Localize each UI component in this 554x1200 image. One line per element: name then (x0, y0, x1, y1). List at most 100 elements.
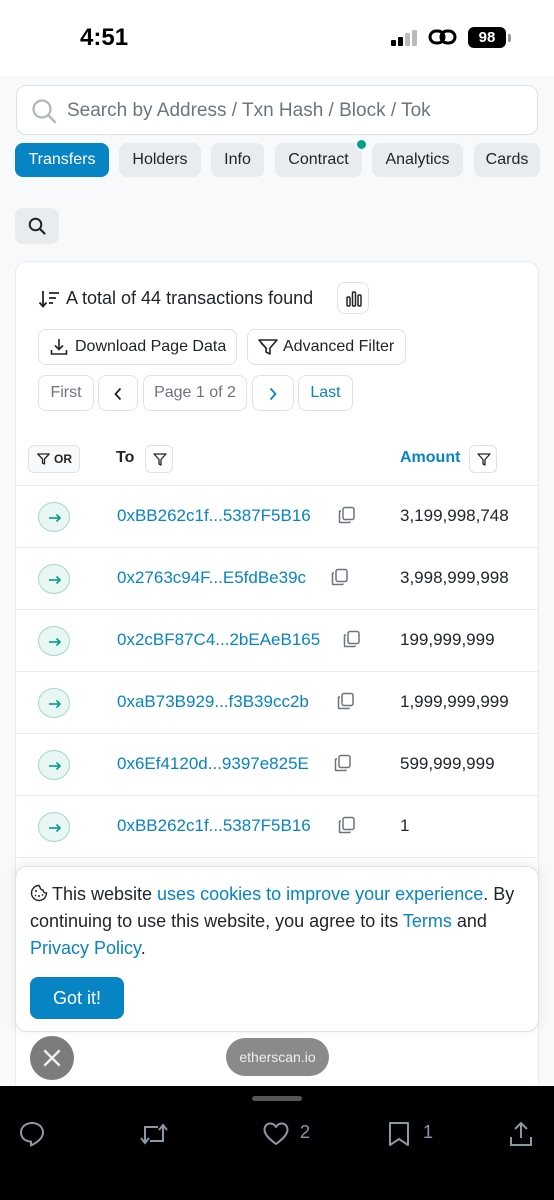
share-button[interactable] (508, 1120, 534, 1148)
status-time: 4:51 (80, 24, 129, 51)
domain-pill[interactable]: etherscan.io (226, 1038, 329, 1076)
copy-icon[interactable] (338, 506, 356, 524)
cookie-and: and (451, 911, 487, 931)
copy-icon[interactable] (343, 630, 361, 648)
table-row: 0x2763c94F...E5fdBe39c 3,998,999,998 (16, 548, 538, 610)
to-address-link[interactable]: 0x2cBF87C4...2bEAeB165 (117, 630, 320, 650)
filter-icon (153, 453, 167, 466)
bookmark-icon (389, 1122, 409, 1146)
arrow-right-icon (38, 502, 70, 532)
bookmark-count: 1 (423, 1122, 434, 1142)
to-filter-button[interactable] (145, 445, 173, 473)
bar-chart-icon (346, 291, 362, 307)
got-it-button[interactable]: Got it! (30, 977, 124, 1019)
tab-cards[interactable]: Cards (474, 143, 540, 177)
search-icon (28, 217, 46, 235)
cookie-message: This website uses cookies to improve you… (30, 881, 530, 962)
amount-value: 1,999,999,999 (400, 692, 509, 711)
or-filter-button[interactable]: OR (28, 445, 80, 473)
repost-icon (140, 1123, 168, 1145)
like-button[interactable]: 2 (262, 1120, 322, 1148)
copy-icon[interactable] (334, 754, 352, 772)
share-icon (510, 1121, 532, 1146)
tab-info[interactable]: Info (211, 143, 264, 177)
copy-icon[interactable] (331, 568, 349, 586)
arrow-right-icon (38, 688, 70, 718)
drag-handle[interactable] (252, 1096, 302, 1101)
search-icon (32, 99, 57, 124)
filter-search-button[interactable] (15, 208, 59, 244)
or-label: OR (54, 452, 72, 466)
search-box[interactable]: Search by Address / Txn Hash / Block / T… (16, 85, 538, 135)
cookie-suffix: . (140, 938, 146, 958)
bookmark-button[interactable]: 1 (386, 1120, 436, 1148)
search-input[interactable]: Search by Address / Txn Hash / Block / T… (67, 100, 437, 122)
table-row: 0x2cBF87C4...2bEAeB165 199,999,999 (16, 610, 538, 672)
battery-icon: 98 (468, 27, 506, 48)
close-icon (43, 1049, 61, 1067)
amount-value: 3,199,998,748 (400, 506, 509, 525)
tab-transfers[interactable]: Transfers (15, 143, 109, 177)
table-row: 0x6Ef4120d...9397e825E 599,999,999 (16, 734, 538, 796)
table-row: 0xBB262c1f...5387F5B16 1 (16, 796, 538, 858)
summary-text: A total of 44 transactions found (66, 288, 314, 308)
tab-holders[interactable]: Holders (119, 143, 201, 177)
reply-button[interactable] (18, 1120, 46, 1148)
filter-icon (258, 339, 278, 355)
sort-icon (38, 290, 59, 308)
summary-line: A total of 44 transactions found (38, 288, 313, 309)
first-page-button[interactable]: First (38, 375, 94, 411)
link-icon (428, 29, 457, 45)
to-address-link[interactable]: 0x6Ef4120d...9397e825E (117, 754, 309, 774)
page-indicator: Page 1 of 2 (143, 375, 247, 411)
download-page-data-button[interactable]: Download Page Data (38, 329, 237, 365)
to-address-link[interactable]: 0xBB262c1f...5387F5B16 (117, 506, 311, 526)
signal-icon (391, 30, 419, 46)
notification-dot (355, 138, 368, 151)
amount-value: 199,999,999 (400, 630, 495, 649)
cookie-banner: This website uses cookies to improve you… (15, 866, 539, 1032)
filter-icon (37, 453, 50, 465)
next-page-button[interactable] (252, 375, 294, 411)
last-page-button[interactable]: Last (298, 375, 353, 411)
terms-link[interactable]: Terms (403, 911, 452, 931)
download-label: Download Page Data (75, 338, 227, 355)
close-browser-button[interactable] (30, 1036, 74, 1080)
amount-filter-button[interactable] (469, 445, 497, 473)
arrow-right-icon (38, 626, 70, 656)
privacy-policy-link[interactable]: Privacy Policy (30, 938, 141, 958)
like-count: 2 (300, 1122, 311, 1142)
advanced-filter-button[interactable]: Advanced Filter (247, 329, 406, 365)
tab-analytics[interactable]: Analytics (372, 143, 463, 177)
amount-value: 3,998,999,998 (400, 568, 509, 587)
copy-icon[interactable] (338, 816, 356, 834)
tab-contract[interactable]: Contract (275, 143, 362, 177)
repost-button[interactable] (138, 1120, 170, 1148)
cookie-prefix: This website (52, 884, 158, 904)
tab-bar: Transfers Holders Info Contract Analytic… (0, 142, 554, 178)
arrow-right-icon (38, 750, 70, 780)
post-action-bar: 2 1 (0, 1086, 554, 1200)
prev-page-button[interactable] (98, 375, 138, 411)
copy-icon[interactable] (337, 692, 355, 710)
column-header-to: To (116, 449, 135, 466)
cookie-icon (30, 884, 48, 902)
table-row: 0xaB73B929...f3B39cc2b 1,999,999,999 (16, 672, 538, 734)
to-address-link[interactable]: 0x2763c94F...E5fdBe39c (117, 568, 306, 588)
cookie-policy-link[interactable]: uses cookies to improve your experience (157, 884, 483, 904)
arrow-right-icon (38, 812, 70, 842)
battery-tip (508, 34, 511, 42)
to-address-link[interactable]: 0xBB262c1f...5387F5B16 (117, 816, 311, 836)
chart-button[interactable] (337, 282, 369, 314)
to-address-link[interactable]: 0xaB73B929...f3B39cc2b (117, 692, 309, 712)
chevron-right-icon (269, 387, 277, 401)
column-header-amount[interactable]: Amount (400, 449, 460, 467)
arrow-right-icon (38, 564, 70, 594)
advanced-filter-label: Advanced Filter (283, 338, 395, 355)
download-icon (50, 339, 68, 355)
filter-icon (477, 453, 491, 466)
chevron-left-icon (114, 387, 122, 401)
amount-value: 599,999,999 (400, 754, 495, 773)
heart-icon (263, 1122, 289, 1145)
table-header: OR To Amount (16, 432, 538, 486)
